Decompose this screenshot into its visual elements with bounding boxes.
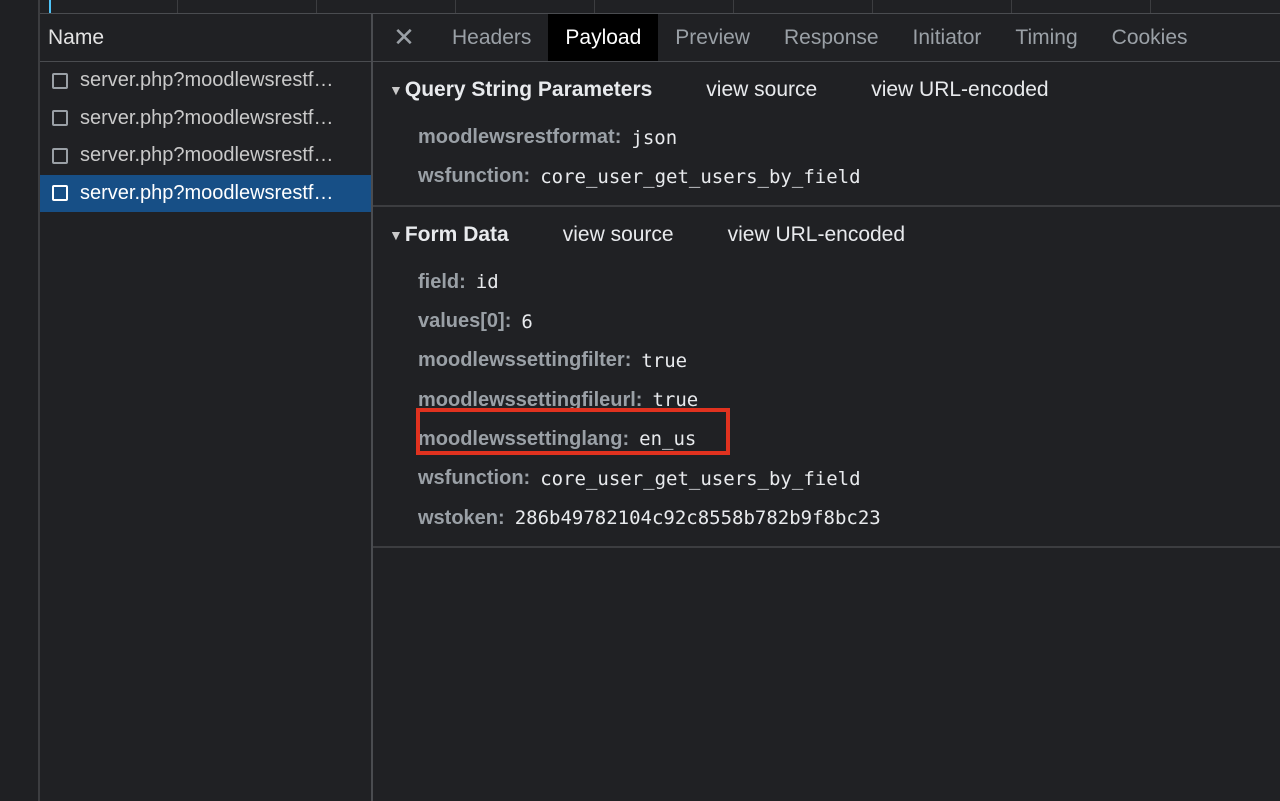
timeline-gridline (733, 0, 734, 13)
form-value: 286b49782104c92c8558b782b9f8bc23 (514, 507, 881, 530)
section-title: Form Data (404, 222, 509, 246)
name-column-header[interactable]: Name (40, 14, 371, 62)
param-key: moodlewsrestformat: (418, 126, 622, 149)
form-key: values[0]: (418, 310, 512, 333)
request-name: server.php?moodlewsrestf… (80, 181, 334, 204)
form-row: moodlewssettinglang: en_us (373, 420, 1280, 459)
form-key: wstoken: (418, 506, 505, 529)
query-params-header[interactable]: ▼ Query String Parameters view source vi… (373, 62, 1280, 118)
timeline-gridline (594, 0, 595, 13)
form-row: wstoken: 286b49782104c92c8558b782b9f8bc2… (373, 498, 1280, 537)
param-row: wsfunction: core_user_get_users_by_field (373, 157, 1280, 196)
request-checkbox[interactable] (52, 147, 68, 164)
request-name: server.php?moodlewsrestf… (80, 106, 334, 129)
timeline-gridline (872, 0, 873, 13)
request-name: server.php?moodlewsrestf… (80, 144, 334, 167)
close-icon[interactable]: ✕ (373, 14, 435, 61)
request-row-selected[interactable]: server.php?moodlewsrestf… (40, 174, 371, 212)
devtools-network-panel: Name server.php?moodlewsrestf… server.ph… (0, 0, 1280, 801)
triangle-down-icon[interactable]: ▼ (389, 227, 403, 243)
detail-tabs: ✕ Headers Payload Preview Response Initi… (373, 14, 1280, 62)
tab-headers[interactable]: Headers (435, 14, 548, 61)
request-checkbox[interactable] (52, 185, 68, 202)
query-params-section: ▼ Query String Parameters view source vi… (373, 62, 1280, 207)
timeline-gridline (1011, 0, 1012, 13)
param-value: core_user_get_users_by_field (540, 165, 861, 188)
view-source-link[interactable]: view source (706, 78, 817, 102)
request-checkbox[interactable] (52, 110, 68, 127)
form-row: moodlewssettingfileurl: true (373, 380, 1280, 419)
request-row[interactable]: server.php?moodlewsrestf… (40, 62, 371, 100)
timeline-gridline (455, 0, 456, 13)
tab-timing[interactable]: Timing (998, 14, 1094, 61)
tab-preview[interactable]: Preview (658, 14, 767, 61)
section-title: Query String Parameters (404, 78, 653, 101)
param-row: moodlewsrestformat: json (373, 118, 1280, 157)
form-row: wsfunction: core_user_get_users_by_field (373, 459, 1280, 498)
form-value: en_us (639, 428, 697, 451)
form-value: true (641, 349, 688, 372)
view-source-link[interactable]: view source (563, 223, 674, 247)
view-url-encoded-link[interactable]: view URL-encoded (728, 223, 905, 247)
triangle-down-icon[interactable]: ▼ (389, 82, 403, 98)
form-data-header[interactable]: ▼ Form Data view source view URL-encoded (373, 207, 1280, 263)
timeline-cursor (49, 0, 51, 13)
view-url-encoded-link[interactable]: view URL-encoded (871, 78, 1048, 102)
form-key: moodlewssettinglang: (418, 427, 630, 450)
form-row: values[0]: 6 (373, 302, 1280, 341)
tab-initiator[interactable]: Initiator (896, 14, 999, 61)
request-checkbox[interactable] (52, 72, 68, 89)
tab-cookies[interactable]: Cookies (1095, 14, 1205, 61)
form-value: core_user_get_users_by_field (540, 467, 861, 490)
request-row[interactable]: server.php?moodlewsrestf… (40, 137, 371, 175)
request-list-panel: Name server.php?moodlewsrestf… server.ph… (40, 14, 373, 801)
timeline-gridline (177, 0, 178, 13)
form-key: wsfunction: (418, 467, 531, 490)
request-name: server.php?moodlewsrestf… (80, 69, 334, 92)
tab-payload[interactable]: Payload (548, 14, 659, 61)
form-key: moodlewssettingfilter: (418, 349, 632, 372)
request-detail-panel: ✕ Headers Payload Preview Response Initi… (373, 14, 1280, 801)
form-data-section: ▼ Form Data view source view URL-encoded… (373, 207, 1280, 548)
left-sidebar-strip (0, 0, 40, 801)
form-row: field: id (373, 263, 1280, 302)
form-key: moodlewssettingfileurl: (418, 388, 643, 411)
timeline-gridline (1150, 0, 1151, 13)
form-value: 6 (521, 310, 533, 333)
param-value: json (631, 126, 678, 149)
form-value: id (475, 271, 499, 294)
form-value: true (652, 389, 699, 412)
param-key: wsfunction: (418, 165, 531, 188)
form-row: moodlewssettingfilter: true (373, 341, 1280, 380)
network-timeline-overview[interactable] (40, 0, 1280, 14)
tab-response[interactable]: Response (767, 14, 896, 61)
request-row[interactable]: server.php?moodlewsrestf… (40, 100, 371, 138)
timeline-gridline (316, 0, 317, 13)
form-key: field: (418, 270, 466, 293)
